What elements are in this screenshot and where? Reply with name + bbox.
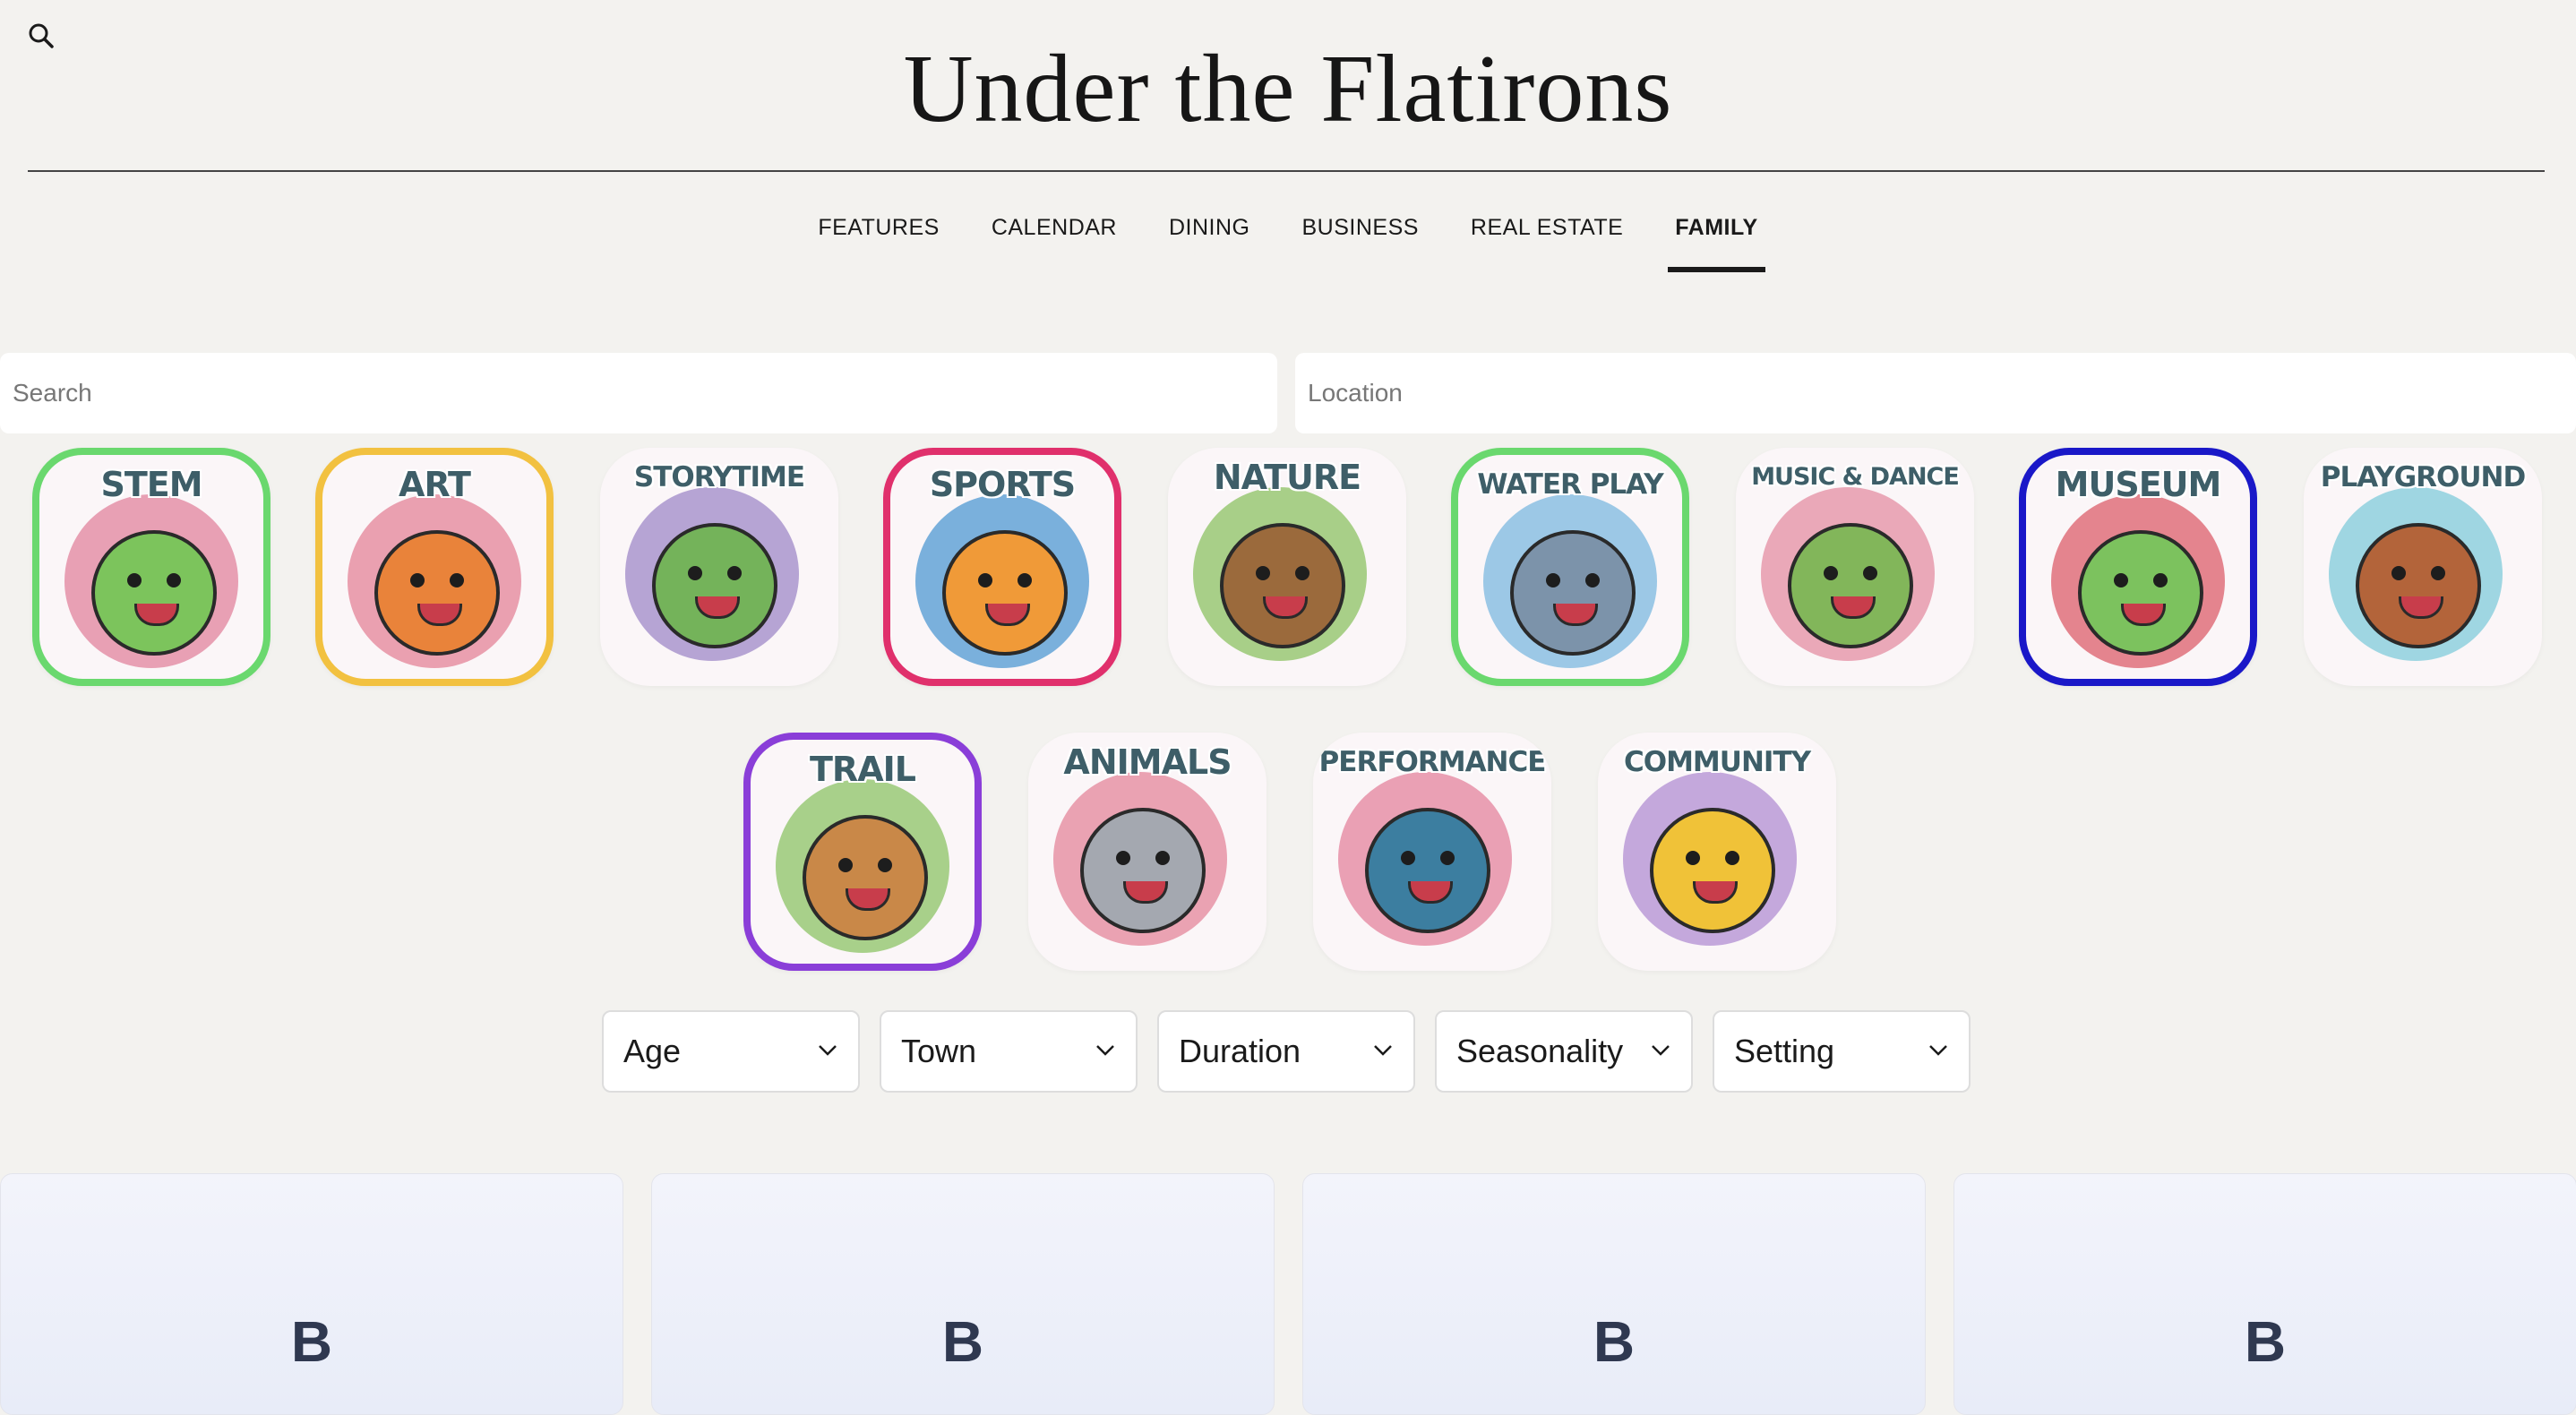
category-tile-storytime[interactable]: STORYTIME [600,448,838,686]
result-card[interactable]: B [1953,1173,2576,1415]
category-label: COMMUNITY [1623,746,1811,778]
mascot-illustration [652,523,777,648]
duration-select-value: Duration [1179,1033,1301,1069]
age-select[interactable]: Age [602,1010,860,1093]
chevron-down-icon [1374,1045,1392,1056]
category-tile-trail[interactable]: TRAIL [743,733,982,971]
nav-business[interactable]: BUSINESS [1298,208,1421,272]
mascot-illustration [942,530,1068,656]
result-card[interactable]: B [0,1173,623,1415]
nav-features[interactable]: FEATURES [814,208,943,272]
seasonality-select[interactable]: Seasonality [1435,1010,1693,1093]
category-label: MUSIC & DANCE [1751,463,1960,491]
category-tile-nature[interactable]: NATURE [1168,448,1406,686]
mascot-illustration [1650,808,1775,933]
category-label: NATURE [1213,458,1361,497]
category-tile-water-play[interactable]: WATER PLAY [1451,448,1689,686]
category-label: STEM [100,465,202,504]
category-label: PLAYGROUND [2320,461,2526,493]
result-card[interactable]: B [651,1173,1275,1415]
category-tile-sports[interactable]: SPORTS [883,448,1121,686]
card-placeholder-letter: B [941,1309,984,1374]
search-input[interactable]: Search [0,353,1277,433]
nav-calendar[interactable]: CALENDAR [988,208,1121,272]
header-divider [28,170,2545,172]
category-label: STORYTIME [633,461,805,493]
category-tile-performance[interactable]: PERFORMANCE [1313,733,1551,971]
main-nav: FEATURES CALENDAR DINING BUSINESS REAL E… [0,208,2576,272]
mascot-illustration [2078,530,2203,656]
card-placeholder-letter: B [2244,1309,2287,1374]
chevron-down-icon [1652,1045,1670,1056]
chevron-down-icon [1929,1045,1947,1056]
chevron-down-icon [1096,1045,1114,1056]
category-tile-stem[interactable]: STEM [32,448,270,686]
category-label: MUSEUM [2055,465,2222,504]
filter-bar: Age Town Duration Seasonality Setting [602,1010,1971,1093]
category-label: SPORTS [929,465,1076,504]
town-select[interactable]: Town [880,1010,1138,1093]
category-label: ANIMALS [1063,742,1232,782]
result-card[interactable]: B [1302,1173,1926,1415]
mascot-illustration [1080,808,1206,933]
category-label: WATER PLAY [1477,468,1663,501]
mascot-illustration [803,815,928,940]
mascot-illustration [1365,808,1490,933]
setting-select-value: Setting [1734,1033,1835,1069]
location-input[interactable]: Location [1295,353,2576,433]
nav-family[interactable]: FAMILY [1668,208,1766,272]
seasonality-select-value: Seasonality [1456,1033,1624,1069]
category-tile-music-and-dance[interactable]: MUSIC & DANCE [1736,448,1974,686]
category-tile-animals[interactable]: ANIMALS [1028,733,1267,971]
duration-select[interactable]: Duration [1157,1010,1415,1093]
site-title[interactable]: Under the Flatirons [0,34,2576,145]
category-tile-museum[interactable]: MUSEUM [2019,448,2257,686]
category-label: PERFORMANCE [1318,746,1547,778]
age-select-value: Age [623,1033,682,1069]
chevron-down-icon [819,1045,837,1056]
mascot-illustration [91,530,217,656]
mascot-illustration [374,530,500,656]
mascot-illustration [1220,523,1345,648]
mascot-illustration [1510,530,1636,656]
nav-dining[interactable]: DINING [1165,208,1254,272]
category-label: ART [399,465,471,504]
category-tile-playground[interactable]: PLAYGROUND [2304,448,2542,686]
town-select-value: Town [901,1033,977,1069]
category-tile-art[interactable]: ART [315,448,554,686]
card-placeholder-letter: B [290,1309,333,1374]
nav-real-estate[interactable]: REAL ESTATE [1467,208,1627,272]
setting-select[interactable]: Setting [1713,1010,1971,1093]
category-tile-community[interactable]: COMMUNITY [1598,733,1836,971]
card-placeholder-letter: B [1593,1309,1636,1374]
mascot-illustration [1788,523,1913,648]
mascot-illustration [2356,523,2481,648]
category-label: TRAIL [810,750,916,789]
